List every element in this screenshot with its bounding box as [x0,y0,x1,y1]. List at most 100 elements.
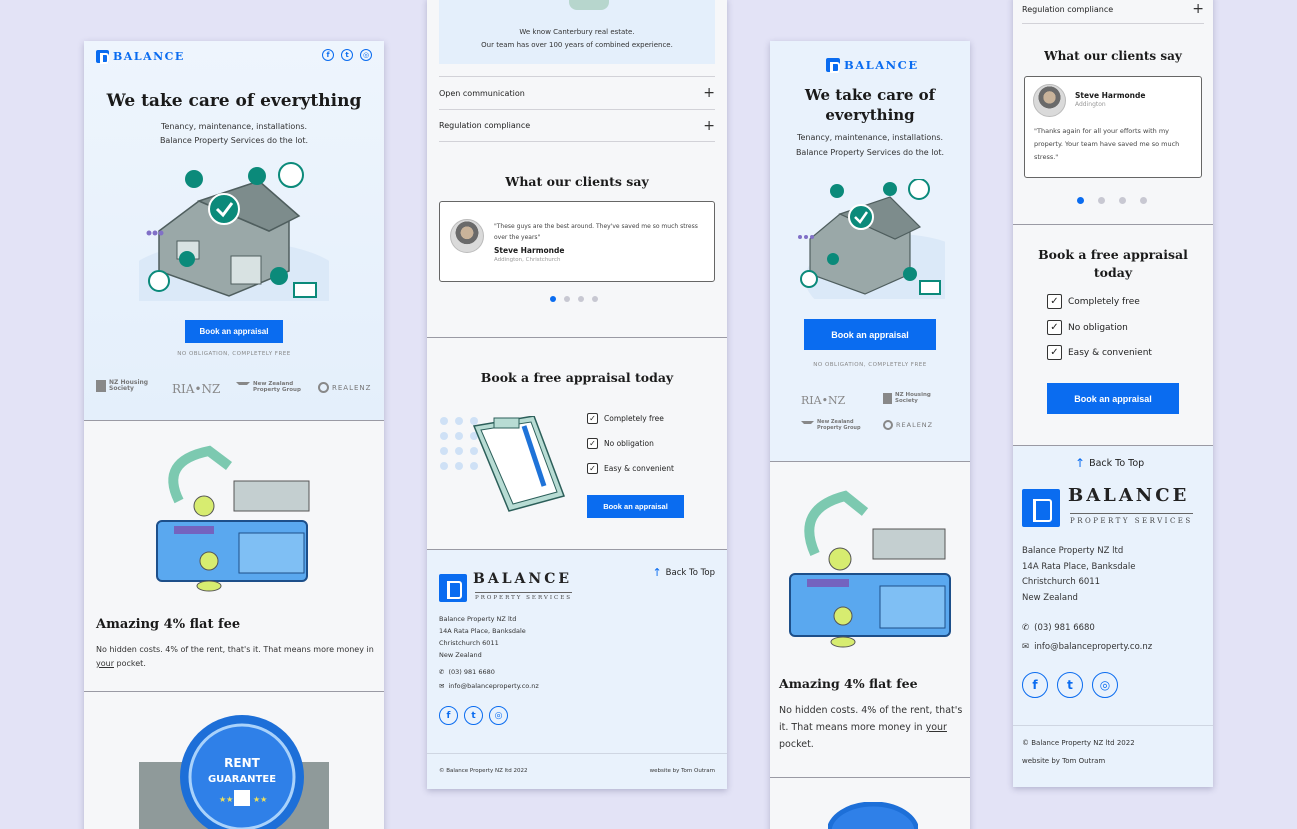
pagination-dot-active[interactable] [1077,197,1084,204]
plus-icon[interactable]: + [703,118,715,134]
testimonial-pagination [1077,197,1147,204]
footer-logo-mark[interactable] [1022,489,1060,527]
footer-logo-wordmark: BALANCE [473,571,573,587]
email-text: info@balanceproperty.co.nz [448,682,539,690]
hero-cta-button[interactable]: Book an appraisal [185,320,283,343]
rent-guarantee-section: RENT GUARANTEE ★★ ★★ [84,692,384,829]
back-to-top-link[interactable]: ↑ Back To Top [652,566,715,579]
svg-text:★★: ★★ [219,795,233,804]
instagram-icon[interactable]: ◎ [1092,672,1118,698]
realenz-logo-icon [883,420,893,430]
footer-credit[interactable]: website by Tom Outram [1022,757,1105,765]
pagination-dot[interactable] [1140,197,1147,204]
back-to-top-link[interactable]: ↑ Back To Top [1075,456,1144,470]
testimonial-card: Steve Harmonde Addington "Thanks again f… [1024,76,1202,178]
footer-credit[interactable]: website by Tom Outram [650,768,715,774]
testimonial-location: Addington, Christchurch [494,257,561,263]
footer-logo-mark[interactable] [439,574,467,602]
fee-body: No hidden costs. 4% of the rent, that's … [779,702,965,753]
mail-icon: ✉ [439,682,445,690]
pagination-dot[interactable] [1098,197,1105,204]
address-line: New Zealand [1022,592,1078,603]
footer-address: Balance Property NZ ltd 14A Rata Place, … [1022,544,1135,606]
twitter-icon[interactable]: t [464,706,483,725]
nzpg-logo-icon [236,382,250,392]
plus-icon[interactable]: + [703,85,715,101]
house-illustration [798,179,945,299]
checkbox-icon: ✓ [1047,345,1062,360]
accordion-label-2: Regulation compliance [439,121,531,130]
facebook-icon[interactable]: f [439,706,458,725]
testimonial-card: "These guys are the best around. They've… [439,201,715,282]
footer-social-links: f t ◎ [1022,672,1118,698]
appraisal-item-label: No obligation [1068,322,1128,333]
accordion-open-communication[interactable]: Open communication + [439,76,715,109]
experience-line2: Our team has over 100 years of combined … [481,41,673,49]
pagination-dot[interactable] [1119,197,1126,204]
appraisal-heading-line2: today [1093,265,1133,280]
accordion-label-1: Open communication [439,88,525,98]
address-line: Balance Property NZ ltd [439,615,517,623]
twitter-icon[interactable]: t [341,49,353,61]
hero-title: We take care of everything [106,91,362,111]
pagination-dot[interactable] [578,296,584,302]
nzhs-line2: Society [895,397,918,404]
logo-wordmark: BALANCE [113,50,185,63]
hero-cta-note: NO OBLIGATION, COMPLETELY FREE [813,362,927,368]
facebook-icon[interactable]: f [1022,672,1048,698]
partner-ria: RIA•NZ [801,394,846,407]
rent-guarantee-illustration: RENT GUARANTEE ★★ ★★ [139,715,329,829]
appraisal-cta-button[interactable]: Book an appraisal [587,495,684,518]
appraisal-item-label: Easy & convenient [604,464,674,473]
twitter-icon[interactable]: t [1057,672,1083,698]
instagram-icon[interactable]: ◎ [489,706,508,725]
footer-email[interactable]: ✉ info@balanceproperty.co.nz [1022,642,1152,652]
experience-line1: We know Canterbury real estate. [519,28,635,36]
nzhs-logo-icon [96,380,106,392]
mobile-footer: ↑ Back To Top BALANCE PROPERTY SERVICES … [1013,446,1213,787]
phone-text: (03) 981 6680 [1034,623,1095,633]
instagram-icon[interactable]: ◎ [360,49,372,61]
footer-logo-wordmark: BALANCE [1068,485,1190,506]
address-line: Balance Property NZ ltd [1022,546,1124,556]
facebook-icon[interactable]: f [322,49,334,61]
brand-logo[interactable]: BALANCE [96,50,185,64]
footer-logo-sub: PROPERTY SERVICES [1070,513,1193,525]
appraisal-item-label: Completely free [1068,296,1140,307]
footer-logo-sub: PROPERTY SERVICES [475,592,573,601]
logo-wordmark: BALANCE [844,58,919,72]
partner-realenz: REALENZ [883,420,933,430]
arrow-up-icon: ↑ [652,566,662,579]
nzpg-line2: Property Group [817,424,861,431]
footer: ↑ Back To Top BALANCE PROPERTY SERVICES … [427,550,727,789]
checkbox-icon: ✓ [587,413,598,424]
hero-section: BALANCE f t ◎ We take care of everything… [84,41,384,421]
pagination-dot[interactable] [564,296,570,302]
back-to-top-label: Back To Top [665,567,715,578]
appraisal-heading: Book a free appraisal today [480,370,674,385]
fee-body-text2: pocket. [779,739,814,750]
back-to-top-label: Back To Top [1089,457,1145,469]
footer-email[interactable]: ✉ info@balanceproperty.co.nz [439,682,539,690]
testimonials-heading: What our clients say [505,174,649,189]
appraisal-item-easy: ✓ Easy & convenient [587,463,674,474]
mobile-testimonials-section: What our clients say Steve Harmonde Addi… [1013,0,1213,225]
hero-subtitle-line1: Tenancy, maintenance, installations. [160,122,308,131]
appraisal-item-obligation: ✓ No obligation [1047,320,1128,335]
testimonial-location: Addington [1075,101,1106,108]
hero-subtitle-line2: Balance Property Services do the lot. [159,136,309,145]
footer-phone[interactable]: ✆ (03) 981 6680 [1022,623,1095,633]
pagination-dot[interactable] [592,296,598,302]
testimonial-name: Steve Harmonde [1075,91,1146,100]
pagination-dot-active[interactable] [550,296,556,302]
realenz-text: REALENZ [896,421,934,429]
brand-logo[interactable]: BALANCE [826,58,919,73]
testimonials-heading: What our clients say [1044,49,1182,63]
appraisal-cta-button[interactable]: Book an appraisal [1047,383,1179,414]
mockup-mobile-left: BALANCE We take care of everything Tenan… [770,41,970,829]
accordion-regulation-compliance[interactable]: Regulation compliance + [439,109,715,142]
hero-cta-button[interactable]: Book an appraisal [804,319,936,350]
fee-title: Amazing 4% flat fee [96,617,241,632]
appraisal-item-label: Completely free [604,414,664,423]
footer-phone[interactable]: ✆ (03) 981 6680 [439,668,495,676]
